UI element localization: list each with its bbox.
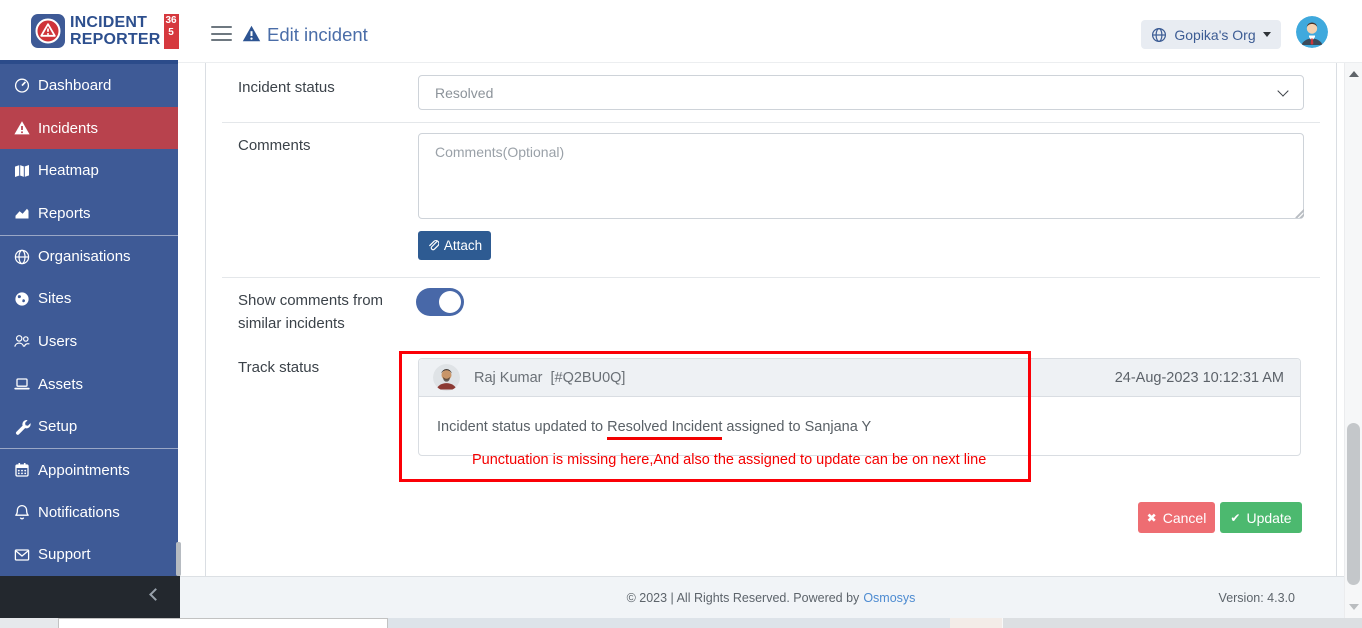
sidebar-item-label: Notifications [38,504,120,521]
globe-site-icon [13,290,31,308]
page-title: Edit incident [267,24,368,46]
sidebar-item-label: Organisations [38,248,131,265]
sidebar-item-support[interactable]: Support [0,534,178,576]
sidebar-item-heatmap[interactable]: Heatmap [0,149,178,192]
sidebar-item-label: Assets [38,376,83,393]
incident-status-label: Incident status [238,79,335,96]
sidebar-collapse-button[interactable] [0,576,180,618]
user-avatar-image [1296,16,1328,48]
sidebar-item-setup[interactable]: Setup [0,406,178,449]
incident-status-value: Resolved [435,85,1279,101]
user-avatar[interactable] [1296,16,1328,48]
version-label: Version: 4.3.0 [1219,577,1295,619]
paperclip-icon [427,239,439,252]
toggle-knob [439,291,461,313]
sidebar-item-label: Heatmap [38,162,99,179]
check-icon: ✔ [1230,511,1240,525]
commenter-avatar [433,364,460,391]
comment-card-header: Raj Kumar [#Q2BU0Q] 24-Aug-2023 10:12:31… [419,359,1300,397]
attach-button[interactable]: Attach [418,231,491,260]
sidebar-nav: Dashboard Incidents Heatmap [0,64,178,576]
incident-reference: [#Q2BU0Q] [551,370,626,386]
scroll-up-arrow-icon[interactable] [1349,71,1359,77]
sidebar-item-label: Support [38,546,91,563]
divider [222,277,1320,278]
sidebar-item-label: Dashboard [38,77,111,94]
show-comments-label-line2: similar incidents [238,315,345,332]
cancel-button[interactable]: ✖ Cancel [1138,502,1215,533]
sidebar-item-dashboard[interactable]: Dashboard [0,64,178,107]
chevron-left-icon [149,588,162,601]
envelope-icon [13,546,31,564]
sidebar-item-sites[interactable]: Sites [0,277,178,320]
bell-icon [13,503,31,521]
chevron-down-icon [1277,85,1288,96]
comment-timestamp: 24-Aug-2023 10:12:31 AM [1115,370,1284,386]
update-button[interactable]: ✔ Update [1220,502,1302,533]
chart-area-icon [13,204,31,222]
sidebar-item-reports[interactable]: Reports [0,192,178,235]
globe-icon [13,248,31,266]
divider [222,122,1320,123]
comment-text-prefix: Incident status updated to [437,419,607,435]
org-name-label: Gopika's Org [1174,27,1255,43]
sidebar-item-users[interactable]: Users [0,320,178,363]
track-status-comment-card: Raj Kumar [#Q2BU0Q] 24-Aug-2023 10:12:31… [418,358,1301,456]
chevron-down-icon [1263,32,1271,37]
sidebar-item-label: Incidents [38,120,98,137]
calendar-icon [13,461,31,479]
sidebar-item-label: Appointments [38,462,130,479]
comments-label: Comments [238,137,311,154]
brand-underline [0,60,178,64]
annotation-note-text: Punctuation is missing here,And also the… [472,452,986,468]
sidebar-scrollbar-thumb[interactable] [176,542,181,576]
sidebar-item-appointments[interactable]: Appointments [0,448,178,491]
app-window: INCIDENT REPORTER 365 Edit incident Gopi… [0,0,1362,628]
sidebar-item-organisations[interactable]: Organisations [0,235,178,278]
brand-title: INCIDENT REPORTER [70,14,161,48]
globe-icon [1151,27,1167,43]
show-comments-label-line1: Show comments from [238,292,383,309]
incident-reporter-logo-icon [31,14,65,48]
comment-text-suffix: assigned to Sanjana Y [722,419,871,435]
show-comments-toggle[interactable] [416,288,464,316]
comment-body: Incident status updated to Resolved Inci… [419,397,1300,456]
background-window-strip [0,618,1362,628]
top-header: INCIDENT REPORTER 365 Edit incident Gopi… [0,0,1362,63]
laptop-icon [13,375,31,393]
sidebar-item-label: Setup [38,418,77,435]
edit-incident-form-card: Incident status Resolved Comments Attach… [205,63,1337,576]
incident-status-select[interactable]: Resolved [418,75,1304,110]
attach-button-label: Attach [444,238,482,253]
cancel-button-label: Cancel [1163,510,1207,526]
footer-bar: © 2023 | All Rights Reserved. Powered by… [180,576,1362,618]
users-icon [13,332,31,350]
comments-textarea[interactable] [418,133,1304,219]
commenter-name: Raj Kumar [474,370,543,386]
edit-incident-warning-icon [242,25,261,42]
sidebar-item-assets[interactable]: Assets [0,363,178,406]
comment-text-highlighted: Resolved Incident [607,419,722,440]
menu-toggle-icon[interactable] [211,26,232,42]
update-button-label: Update [1246,510,1291,526]
wrench-icon [13,418,31,436]
main-scrollbar[interactable] [1344,63,1362,618]
copyright-text: © 2023 | All Rights Reserved. Powered by [627,591,860,605]
sidebar-item-label: Users [38,333,77,350]
sidebar-item-incidents[interactable]: Incidents [0,107,178,150]
map-icon [13,162,31,180]
brand-badge-365: 365 [164,14,179,49]
sidebar-item-label: Reports [38,205,91,222]
dashboard-icon [13,76,31,94]
scrollbar-thumb[interactable] [1347,423,1360,585]
incidents-warning-icon [13,119,31,137]
track-status-label: Track status [238,359,319,376]
app-logo[interactable]: INCIDENT REPORTER 365 [31,14,179,49]
org-selector[interactable]: Gopika's Org [1141,20,1281,49]
osmosys-link[interactable]: Osmosys [863,591,915,605]
scroll-down-arrow-icon[interactable] [1349,604,1359,610]
sidebar-item-notifications[interactable]: Notifications [0,491,178,534]
cross-icon: ✖ [1147,511,1157,525]
sidebar-item-label: Sites [38,290,71,307]
